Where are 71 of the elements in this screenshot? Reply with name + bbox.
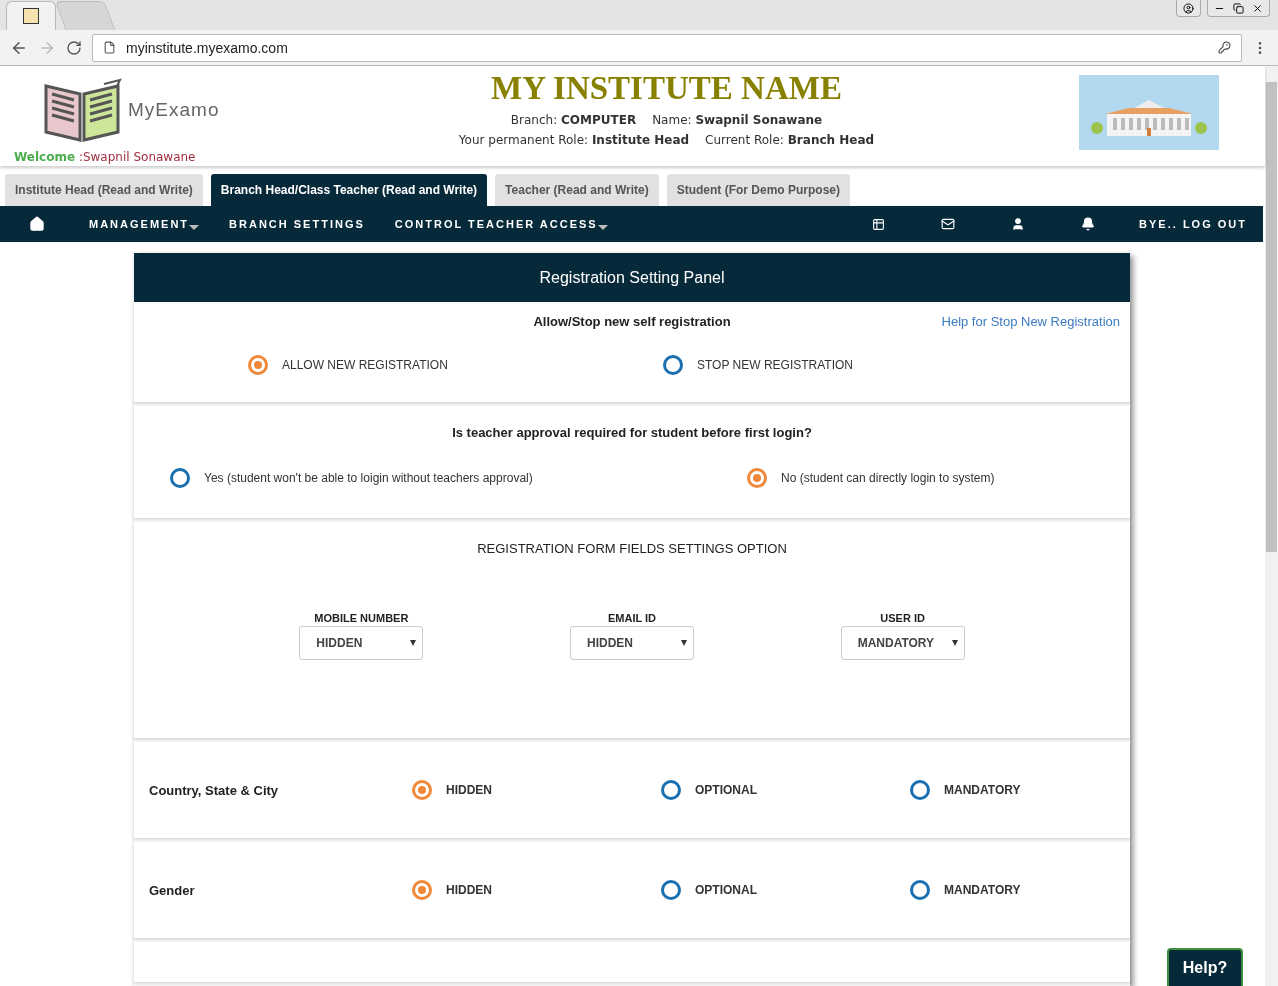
option-label: No (student can directly login to system) <box>781 471 995 485</box>
info-text: Branch: COMPUTER <box>510 113 637 127</box>
role-tab[interactable]: Teacher (Read and Write) <box>495 174 659 206</box>
help-link[interactable]: Help for Stop New Registration <box>941 314 1120 329</box>
close-icon[interactable] <box>1252 2 1263 14</box>
option-label: MANDATORY <box>944 883 1021 897</box>
nav-menu-item[interactable]: CONTROL TEACHER ACCESS <box>379 206 623 242</box>
dropdown-select[interactable]: MANDATORY <box>840 626 965 660</box>
page-icon <box>103 41 116 54</box>
institute-title: MY INSTITUTE NAME <box>491 70 842 107</box>
logo-text: MyExamo <box>128 99 220 121</box>
key-icon[interactable] <box>1218 41 1231 54</box>
scrollbar[interactable] <box>1265 66 1278 986</box>
dropdown-select[interactable]: HIDDEN <box>570 626 694 660</box>
role-tab[interactable]: Institute Head (Read and Write) <box>5 174 203 206</box>
section-title: Is teacher approval required for student before first login? <box>452 424 812 440</box>
radio-option[interactable]: HIDDEN <box>412 780 661 800</box>
radio-option[interactable]: MANDATORY <box>910 880 1130 900</box>
nav-menu-item[interactable]: BRANCH SETTINGS <box>214 206 380 242</box>
select-label: EMAIL ID <box>607 612 657 624</box>
panel-title: Registration Setting Panel <box>134 253 1130 302</box>
option-label: ALLOW NEW REGISTRATION <box>282 358 448 372</box>
radio-option[interactable]: HIDDEN <box>412 880 661 900</box>
radio-button[interactable] <box>910 880 930 900</box>
option-label: MANDATORY <box>944 783 1021 797</box>
radio-option[interactable]: MANDATORY <box>910 780 1130 800</box>
open-book-logo-icon <box>44 78 124 142</box>
logout-link[interactable]: BYE.. LOG OUT <box>1123 206 1263 242</box>
radio-option[interactable]: Yes (student won't be able to loigin without teachers approval) <box>170 468 747 488</box>
help-button[interactable]: Help? <box>1167 948 1243 986</box>
select-label: MOBILE NUMBER <box>314 612 409 624</box>
select-label: USER ID <box>880 612 925 624</box>
field-label: Country, State & City <box>149 782 280 798</box>
field-label: Gender <box>149 882 196 898</box>
reload-icon[interactable] <box>66 39 82 56</box>
url-text: myinstitute.myexamo.com <box>126 39 289 56</box>
welcome-text: Welcome :Swapnil Sonawane <box>14 150 197 164</box>
radio-option[interactable]: STOP NEW REGISTRATION <box>663 355 1130 375</box>
role-tab[interactable]: Student (For Demo Purpose) <box>666 174 851 206</box>
info-text: Your permanent Role: Institute Head <box>458 133 690 147</box>
browser-tab[interactable] <box>6 1 56 30</box>
section-title: Allow/Stop new self registration <box>533 313 731 329</box>
radio-option[interactable]: No (student can directly login to system) <box>747 468 1130 488</box>
option-label: OPTIONAL <box>695 883 757 897</box>
radio-button[interactable] <box>747 468 767 488</box>
radio-button[interactable] <box>248 355 268 375</box>
radio-button[interactable] <box>663 355 683 375</box>
option-label: HIDDEN <box>446 783 492 797</box>
role-tab[interactable]: Branch Head/Class Teacher (Read and Write) <box>210 174 488 206</box>
radio-option[interactable]: OPTIONAL <box>661 880 910 900</box>
radio-button[interactable] <box>170 468 190 488</box>
favicon-icon <box>23 8 39 24</box>
info-text: Current Role: Branch Head <box>705 133 875 147</box>
option-label: OPTIONAL <box>695 783 757 797</box>
restore-icon[interactable] <box>1233 2 1244 14</box>
radio-button[interactable] <box>661 780 681 800</box>
profile-icon[interactable] <box>1183 2 1194 14</box>
radio-button[interactable] <box>412 780 432 800</box>
section-title: REGISTRATION FORM FIELDS SETTINGS OPTION <box>477 540 787 556</box>
option-label: STOP NEW REGISTRATION <box>697 358 854 372</box>
dropdown-select[interactable]: HIDDEN <box>299 626 424 660</box>
radio-button[interactable] <box>910 780 930 800</box>
option-label: Yes (student won't be able to loigin without teachers approval) <box>204 471 533 485</box>
nav-menu-item[interactable]: MANAGEMENT <box>74 206 215 242</box>
radio-button[interactable] <box>661 880 681 900</box>
radio-option[interactable]: ALLOW NEW REGISTRATION <box>248 355 663 375</box>
address-bar[interactable]: myinstitute.myexamo.com <box>92 33 1242 62</box>
radio-option[interactable]: OPTIONAL <box>661 780 910 800</box>
info-text: Name: Swapnil Sonawane <box>652 113 823 127</box>
option-label: HIDDEN <box>446 883 492 897</box>
radio-button[interactable] <box>412 880 432 900</box>
